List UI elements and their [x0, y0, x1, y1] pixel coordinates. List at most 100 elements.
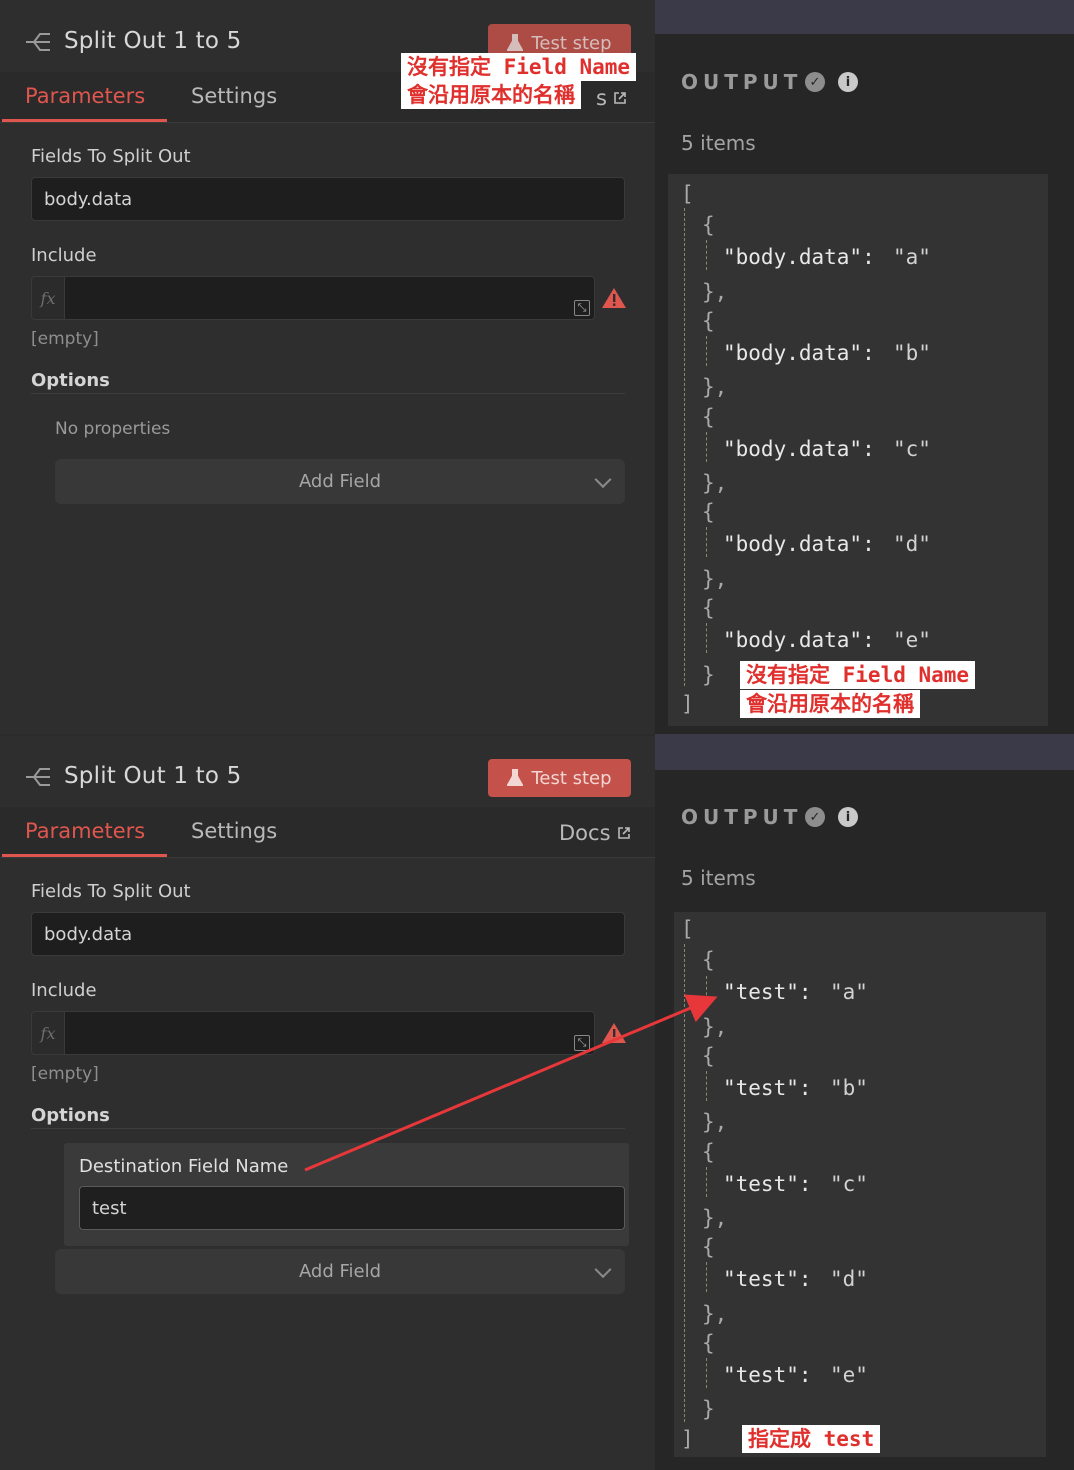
include-label: Include — [31, 980, 97, 1001]
external-link-icon — [614, 92, 626, 104]
tab-active-indicator — [2, 119, 167, 122]
flask-icon — [507, 34, 524, 51]
json-close-bracket: ] — [681, 692, 694, 716]
json-object-open: { — [702, 1140, 715, 1164]
json-guide — [706, 240, 707, 270]
options-label: Options — [31, 1105, 110, 1126]
fields-to-split-out-label: Fields To Split Out — [31, 146, 191, 167]
json-object-open: { — [702, 500, 715, 524]
json-guide — [684, 944, 685, 1422]
tab-settings[interactable]: Settings — [191, 819, 277, 843]
json-guide — [706, 432, 707, 462]
chevron-down-icon — [594, 1260, 612, 1278]
json-object-close: } — [702, 1397, 715, 1421]
json-key: "body.data": — [723, 628, 875, 652]
add-field-label: Add Field — [298, 1261, 382, 1282]
items-count: 5 items — [681, 131, 756, 155]
json-open-bracket: [ — [681, 182, 694, 206]
add-field-label: Add Field — [298, 471, 382, 492]
json-guide — [706, 336, 707, 366]
json-guide — [684, 208, 685, 686]
include-label: Include — [31, 245, 97, 266]
flask-icon — [507, 769, 524, 786]
json-key: "body.data": — [723, 437, 875, 461]
annotation-output-line2: 會沿用原本的名稱 — [740, 690, 920, 718]
json-key: "test": — [723, 980, 812, 1004]
options-label: Options — [31, 370, 110, 391]
json-key: "test": — [723, 1172, 812, 1196]
no-properties-text: No properties — [55, 419, 171, 439]
test-step-button[interactable]: Test step — [488, 759, 631, 797]
json-key: "body.data": — [723, 245, 875, 269]
fields-to-split-out-input[interactable]: body.data — [31, 177, 625, 221]
json-object-close: }, — [702, 1206, 728, 1230]
add-field-dropdown[interactable]: Add Field — [55, 1249, 625, 1294]
docs-link[interactable]: s — [596, 86, 627, 110]
check-circle-icon: ✓ — [805, 807, 825, 827]
split-out-node-icon — [26, 768, 50, 786]
destination-field-name-input[interactable]: test — [79, 1186, 625, 1230]
json-value: "a" — [830, 980, 868, 1004]
external-link-icon — [617, 827, 630, 839]
bottom-right-strip — [655, 734, 1074, 770]
json-object-close: }, — [702, 375, 728, 399]
chevron-down-icon — [594, 470, 612, 488]
json-object-close: }, — [702, 280, 728, 304]
top-right-strip — [655, 0, 1074, 34]
options-divider — [31, 1128, 625, 1129]
fields-to-split-out-label: Fields To Split Out — [31, 881, 191, 902]
info-icon[interactable]: i — [838, 72, 858, 92]
output-title: OUTPUT — [681, 805, 803, 829]
json-object-open: { — [702, 948, 715, 972]
json-value: "d" — [830, 1267, 868, 1291]
warning-icon — [602, 288, 626, 308]
add-field-dropdown[interactable]: Add Field — [55, 459, 625, 504]
docs-link[interactable]: Docs — [559, 821, 631, 845]
node-title: Split Out 1 to 5 — [64, 28, 242, 54]
fields-to-split-out-input[interactable]: body.data — [31, 912, 625, 956]
destination-field-name-label: Destination Field Name — [79, 1156, 289, 1177]
tab-active-indicator — [2, 854, 167, 857]
json-object-close: }, — [702, 471, 728, 495]
json-object-open: { — [702, 1044, 715, 1068]
json-key: "body.data": — [723, 532, 875, 556]
json-object-open: { — [702, 405, 715, 429]
json-value: "c" — [893, 437, 931, 461]
annotation-header-line2: 會沿用原本的名稱 — [401, 81, 581, 109]
json-guide — [706, 1262, 707, 1292]
docs-label: s — [596, 86, 607, 110]
tab-settings[interactable]: Settings — [191, 84, 277, 108]
json-object-close: } — [702, 663, 715, 687]
json-value: "e" — [893, 628, 931, 652]
resize-icon[interactable]: ⤡ — [574, 300, 590, 316]
json-value: "a" — [893, 245, 931, 269]
check-circle-icon: ✓ — [805, 72, 825, 92]
test-step-label: Test step — [531, 767, 612, 789]
annotation-output: 指定成 test — [742, 1425, 881, 1453]
json-open-bracket: [ — [681, 917, 694, 941]
tab-parameters[interactable]: Parameters — [25, 819, 145, 843]
json-value: "c" — [830, 1172, 868, 1196]
test-step-label: Test step — [531, 32, 612, 54]
include-empty-hint: [empty] — [31, 1064, 99, 1084]
json-value: "d" — [893, 532, 931, 556]
expression-fx-badge: fx — [31, 276, 65, 320]
items-count: 5 items — [681, 866, 756, 890]
json-guide — [706, 976, 707, 1006]
node-title: Split Out 1 to 5 — [64, 763, 242, 789]
json-key: "test": — [723, 1076, 812, 1100]
json-object-close: }, — [702, 1110, 728, 1134]
warning-icon — [602, 1023, 626, 1043]
info-icon[interactable]: i — [838, 807, 858, 827]
split-out-node-icon — [26, 33, 50, 51]
resize-icon[interactable]: ⤡ — [574, 1035, 590, 1051]
annotation-header-line1: 沒有指定 Field Name — [401, 53, 637, 81]
json-guide — [706, 623, 707, 653]
include-expression-input[interactable] — [65, 1011, 595, 1055]
options-divider — [31, 393, 625, 394]
json-key: "body.data": — [723, 341, 875, 365]
tab-parameters[interactable]: Parameters — [25, 84, 145, 108]
include-expression-input[interactable] — [65, 276, 595, 320]
json-object-close: }, — [702, 1015, 728, 1039]
json-guide — [706, 1071, 707, 1101]
